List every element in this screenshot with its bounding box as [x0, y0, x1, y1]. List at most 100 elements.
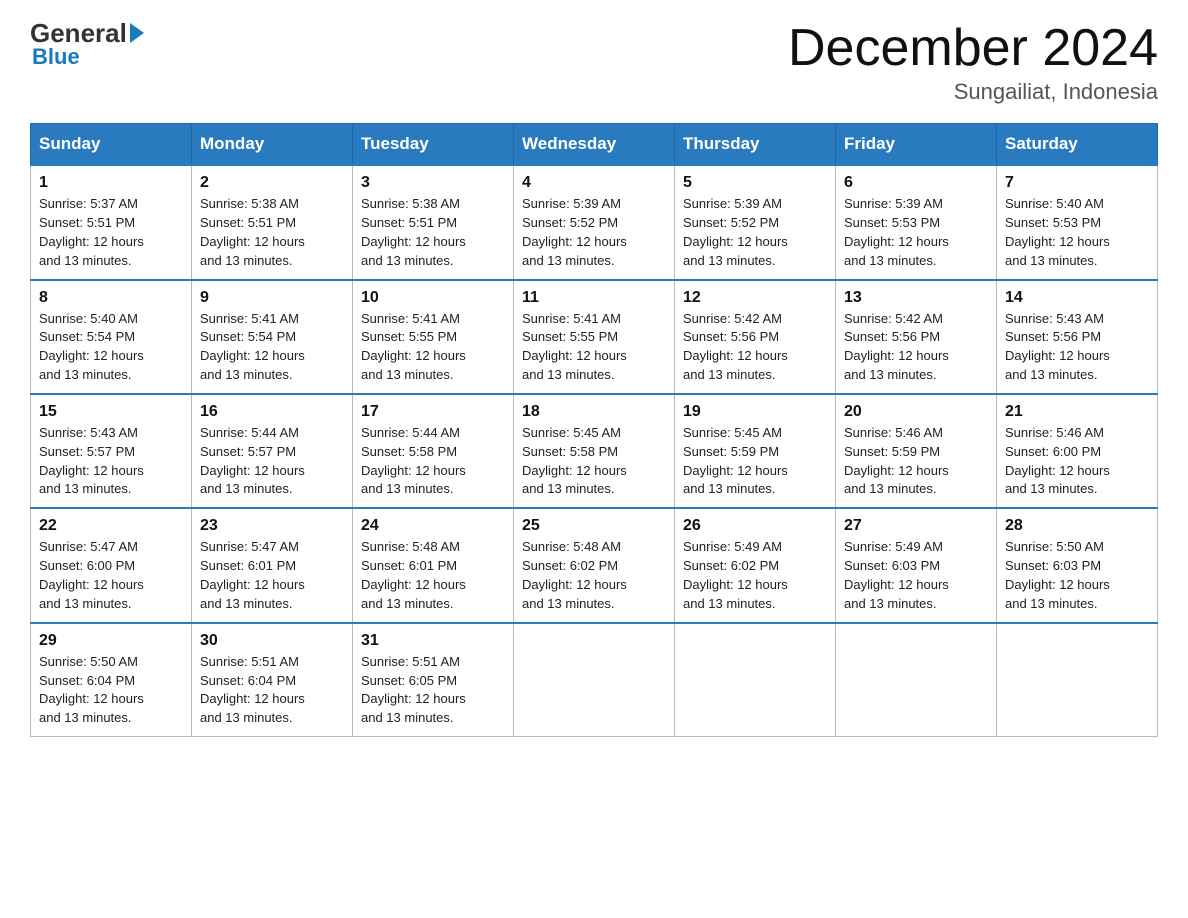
- weekday-header-cell: Sunday: [31, 124, 192, 166]
- day-info: Sunrise: 5:50 AMSunset: 6:03 PMDaylight:…: [1005, 538, 1149, 613]
- calendar-day-cell: 2 Sunrise: 5:38 AMSunset: 5:51 PMDaylight…: [192, 165, 353, 279]
- day-number: 6: [844, 174, 988, 192]
- day-number: 22: [39, 517, 183, 535]
- weekday-header-cell: Friday: [836, 124, 997, 166]
- logo-arrow-icon: [130, 23, 144, 43]
- day-number: 16: [200, 403, 344, 421]
- day-info: Sunrise: 5:51 AMSunset: 6:05 PMDaylight:…: [361, 653, 505, 728]
- calendar-day-cell: 26Sunrise: 5:49 AMSunset: 6:02 PMDayligh…: [675, 508, 836, 622]
- day-number: 20: [844, 403, 988, 421]
- calendar-day-cell: 9Sunrise: 5:41 AMSunset: 5:54 PMDaylight…: [192, 280, 353, 394]
- calendar-body: 1 Sunrise: 5:37 AMSunset: 5:51 PMDaylight…: [31, 165, 1158, 736]
- day-number: 2: [200, 174, 344, 192]
- day-info: Sunrise: 5:45 AMSunset: 5:58 PMDaylight:…: [522, 424, 666, 499]
- calendar-day-cell: 28 Sunrise: 5:50 AMSunset: 6:03 PMDayligh…: [997, 508, 1158, 622]
- day-info: Sunrise: 5:51 AMSunset: 6:04 PMDaylight:…: [200, 653, 344, 728]
- calendar-day-cell: 18Sunrise: 5:45 AMSunset: 5:58 PMDayligh…: [514, 394, 675, 508]
- title-area: December 2024 Sungailiat, Indonesia: [788, 20, 1158, 105]
- calendar-week-row: 22 Sunrise: 5:47 AMSunset: 6:00 PMDayligh…: [31, 508, 1158, 622]
- day-info: Sunrise: 5:47 AMSunset: 6:00 PMDaylight:…: [39, 538, 183, 613]
- day-info: Sunrise: 5:44 AMSunset: 5:58 PMDaylight:…: [361, 424, 505, 499]
- calendar-day-cell: 11 Sunrise: 5:41 AMSunset: 5:55 PMDayligh…: [514, 280, 675, 394]
- calendar-week-row: 15 Sunrise: 5:43 AMSunset: 5:57 PMDayligh…: [31, 394, 1158, 508]
- day-number: 21: [1005, 403, 1149, 421]
- day-number: 31: [361, 632, 505, 650]
- calendar-day-cell: 21 Sunrise: 5:46 AMSunset: 6:00 PMDayligh…: [997, 394, 1158, 508]
- calendar-day-cell: 5 Sunrise: 5:39 AMSunset: 5:52 PMDaylight…: [675, 165, 836, 279]
- calendar-day-cell: 24Sunrise: 5:48 AMSunset: 6:01 PMDayligh…: [353, 508, 514, 622]
- day-number: 11: [522, 289, 666, 307]
- day-info: Sunrise: 5:39 AMSunset: 5:52 PMDaylight:…: [683, 195, 827, 270]
- day-info: Sunrise: 5:40 AMSunset: 5:53 PMDaylight:…: [1005, 195, 1149, 270]
- calendar-day-cell: 6 Sunrise: 5:39 AMSunset: 5:53 PMDaylight…: [836, 165, 997, 279]
- calendar-day-cell: [514, 623, 675, 737]
- day-number: 4: [522, 174, 666, 192]
- day-info: Sunrise: 5:43 AMSunset: 5:57 PMDaylight:…: [39, 424, 183, 499]
- page-header: General Blue December 2024 Sungailiat, I…: [30, 20, 1158, 105]
- day-number: 15: [39, 403, 183, 421]
- day-number: 14: [1005, 289, 1149, 307]
- day-info: Sunrise: 5:42 AMSunset: 5:56 PMDaylight:…: [844, 310, 988, 385]
- day-info: Sunrise: 5:41 AMSunset: 5:55 PMDaylight:…: [361, 310, 505, 385]
- calendar-day-cell: 29Sunrise: 5:50 AMSunset: 6:04 PMDayligh…: [31, 623, 192, 737]
- day-number: 13: [844, 289, 988, 307]
- day-info: Sunrise: 5:47 AMSunset: 6:01 PMDaylight:…: [200, 538, 344, 613]
- calendar-table: SundayMondayTuesdayWednesdayThursdayFrid…: [30, 123, 1158, 737]
- calendar-day-cell: [836, 623, 997, 737]
- calendar-day-cell: 27Sunrise: 5:49 AMSunset: 6:03 PMDayligh…: [836, 508, 997, 622]
- day-info: Sunrise: 5:41 AMSunset: 5:55 PMDaylight:…: [522, 310, 666, 385]
- day-number: 26: [683, 517, 827, 535]
- day-number: 5: [683, 174, 827, 192]
- day-info: Sunrise: 5:39 AMSunset: 5:53 PMDaylight:…: [844, 195, 988, 270]
- day-number: 28: [1005, 517, 1149, 535]
- day-info: Sunrise: 5:42 AMSunset: 5:56 PMDaylight:…: [683, 310, 827, 385]
- day-info: Sunrise: 5:41 AMSunset: 5:54 PMDaylight:…: [200, 310, 344, 385]
- day-number: 1: [39, 174, 183, 192]
- day-info: Sunrise: 5:40 AMSunset: 5:54 PMDaylight:…: [39, 310, 183, 385]
- calendar-day-cell: 14Sunrise: 5:43 AMSunset: 5:56 PMDayligh…: [997, 280, 1158, 394]
- weekday-header-cell: Monday: [192, 124, 353, 166]
- calendar-day-cell: 15 Sunrise: 5:43 AMSunset: 5:57 PMDayligh…: [31, 394, 192, 508]
- calendar-day-cell: 20 Sunrise: 5:46 AMSunset: 5:59 PMDayligh…: [836, 394, 997, 508]
- day-number: 8: [39, 289, 183, 307]
- calendar-week-row: 1 Sunrise: 5:37 AMSunset: 5:51 PMDaylight…: [31, 165, 1158, 279]
- month-title: December 2024: [788, 20, 1158, 77]
- calendar-week-row: 8 Sunrise: 5:40 AMSunset: 5:54 PMDaylight…: [31, 280, 1158, 394]
- day-info: Sunrise: 5:38 AMSunset: 5:51 PMDaylight:…: [200, 195, 344, 270]
- weekday-header-cell: Thursday: [675, 124, 836, 166]
- calendar-day-cell: 13 Sunrise: 5:42 AMSunset: 5:56 PMDayligh…: [836, 280, 997, 394]
- day-info: Sunrise: 5:46 AMSunset: 6:00 PMDaylight:…: [1005, 424, 1149, 499]
- day-info: Sunrise: 5:46 AMSunset: 5:59 PMDaylight:…: [844, 424, 988, 499]
- logo: General Blue: [30, 20, 147, 70]
- weekday-header-cell: Tuesday: [353, 124, 514, 166]
- day-info: Sunrise: 5:44 AMSunset: 5:57 PMDaylight:…: [200, 424, 344, 499]
- day-info: Sunrise: 5:48 AMSunset: 6:02 PMDaylight:…: [522, 538, 666, 613]
- day-number: 7: [1005, 174, 1149, 192]
- calendar-day-cell: [675, 623, 836, 737]
- day-info: Sunrise: 5:45 AMSunset: 5:59 PMDaylight:…: [683, 424, 827, 499]
- calendar-day-cell: 8 Sunrise: 5:40 AMSunset: 5:54 PMDaylight…: [31, 280, 192, 394]
- day-info: Sunrise: 5:38 AMSunset: 5:51 PMDaylight:…: [361, 195, 505, 270]
- calendar-day-cell: 4 Sunrise: 5:39 AMSunset: 5:52 PMDaylight…: [514, 165, 675, 279]
- day-info: Sunrise: 5:39 AMSunset: 5:52 PMDaylight:…: [522, 195, 666, 270]
- calendar-day-cell: 22 Sunrise: 5:47 AMSunset: 6:00 PMDayligh…: [31, 508, 192, 622]
- calendar-day-cell: 17Sunrise: 5:44 AMSunset: 5:58 PMDayligh…: [353, 394, 514, 508]
- calendar-day-cell: 25Sunrise: 5:48 AMSunset: 6:02 PMDayligh…: [514, 508, 675, 622]
- day-number: 19: [683, 403, 827, 421]
- logo-blue: Blue: [30, 44, 80, 70]
- calendar-day-cell: 16 Sunrise: 5:44 AMSunset: 5:57 PMDayligh…: [192, 394, 353, 508]
- logo-text: General: [30, 20, 147, 46]
- day-info: Sunrise: 5:49 AMSunset: 6:03 PMDaylight:…: [844, 538, 988, 613]
- day-number: 30: [200, 632, 344, 650]
- calendar-day-cell: 23Sunrise: 5:47 AMSunset: 6:01 PMDayligh…: [192, 508, 353, 622]
- calendar-day-cell: 3Sunrise: 5:38 AMSunset: 5:51 PMDaylight…: [353, 165, 514, 279]
- calendar-day-cell: [997, 623, 1158, 737]
- calendar-day-cell: 19 Sunrise: 5:45 AMSunset: 5:59 PMDayligh…: [675, 394, 836, 508]
- calendar-week-row: 29Sunrise: 5:50 AMSunset: 6:04 PMDayligh…: [31, 623, 1158, 737]
- day-number: 24: [361, 517, 505, 535]
- logo-general: General: [30, 20, 127, 46]
- calendar-day-cell: 30 Sunrise: 5:51 AMSunset: 6:04 PMDayligh…: [192, 623, 353, 737]
- calendar-day-cell: 31 Sunrise: 5:51 AMSunset: 6:05 PMDayligh…: [353, 623, 514, 737]
- calendar-day-cell: 12Sunrise: 5:42 AMSunset: 5:56 PMDayligh…: [675, 280, 836, 394]
- day-info: Sunrise: 5:37 AMSunset: 5:51 PMDaylight:…: [39, 195, 183, 270]
